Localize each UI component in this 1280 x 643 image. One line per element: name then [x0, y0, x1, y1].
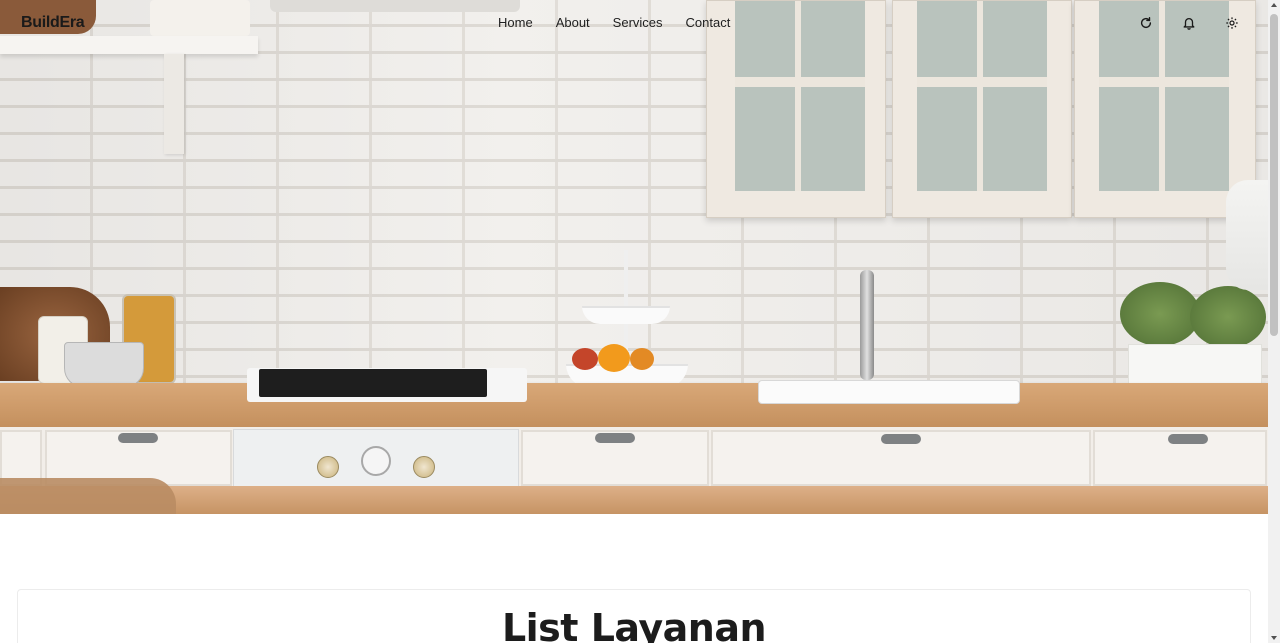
navbar: BuildEra Home About Services Contact	[0, 0, 1268, 50]
shelf-bracket	[164, 54, 184, 154]
page-scrollbar[interactable]	[1268, 0, 1280, 643]
hero-image	[0, 0, 1268, 514]
scrollbar-thumb[interactable]	[1270, 14, 1278, 336]
foreground-counter	[0, 486, 1268, 514]
scroll-down-arrow-icon[interactable]	[1271, 636, 1277, 640]
countertop	[0, 383, 1268, 427]
scroll-up-arrow-icon[interactable]	[1271, 3, 1277, 7]
planter	[1128, 344, 1262, 388]
nav-link-about[interactable]: About	[556, 15, 590, 30]
bell-icon[interactable]	[1181, 15, 1197, 31]
nav-link-contact[interactable]: Contact	[686, 15, 731, 30]
nav-link-services[interactable]: Services	[613, 15, 663, 30]
nav-link-home[interactable]: Home	[498, 15, 533, 30]
section-title: List Layanan	[501, 606, 767, 643]
faucet	[860, 270, 874, 380]
gear-icon[interactable]	[1224, 15, 1240, 31]
sink	[758, 380, 1020, 404]
brand-logo[interactable]: BuildEra	[21, 14, 85, 32]
nav-icons	[1138, 15, 1240, 31]
nav-links: Home About Services Contact	[498, 15, 753, 30]
refresh-icon[interactable]	[1138, 15, 1154, 31]
